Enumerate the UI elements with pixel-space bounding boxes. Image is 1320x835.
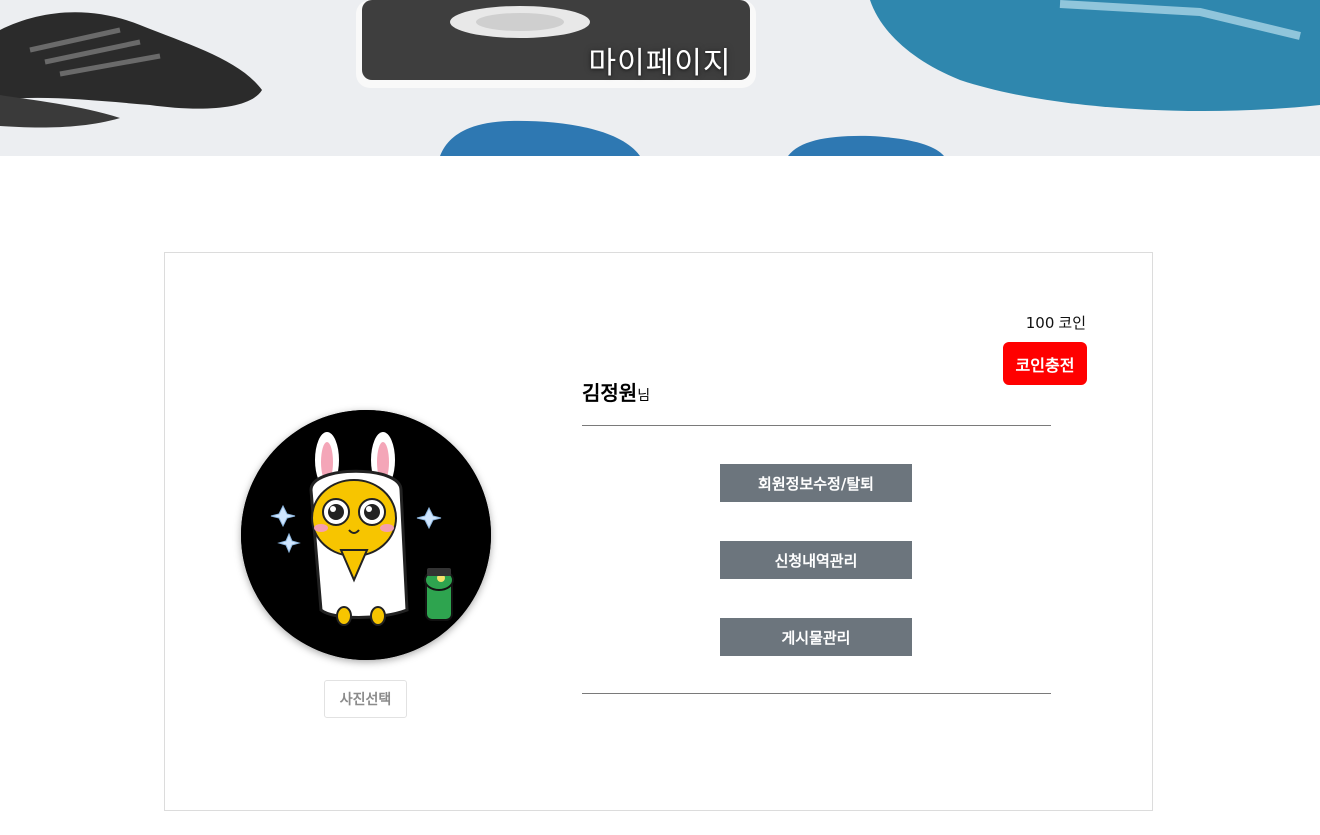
divider-top	[582, 425, 1051, 426]
page-title: 마이페이지	[588, 46, 732, 81]
profile-card: 사진선택 100 코인 코인충전 김정원님 회원정보수정/탈퇴 신청내역관리 게시…	[164, 252, 1153, 811]
edit-member-info-button[interactable]: 회원정보수정/탈퇴	[720, 464, 912, 502]
profile-avatar	[241, 410, 491, 660]
application-history-button[interactable]: 신청내역관리	[720, 541, 912, 579]
user-name-text: 김정원	[582, 381, 638, 405]
divider-bottom	[582, 693, 1051, 694]
coin-amount: 100	[1025, 314, 1055, 332]
post-management-button[interactable]: 게시물관리	[720, 618, 912, 656]
coin-unit: 코인	[1058, 314, 1086, 332]
coin-balance: 100 코인	[1022, 312, 1086, 333]
honorific: 님	[637, 388, 651, 404]
select-photo-button[interactable]: 사진선택	[324, 680, 407, 718]
hero-banner: 마이페이지	[0, 0, 1320, 156]
user-name: 김정원님	[582, 377, 650, 406]
coin-charge-button[interactable]: 코인충전	[1003, 342, 1087, 385]
kakao-character-avatar-icon	[241, 410, 491, 660]
